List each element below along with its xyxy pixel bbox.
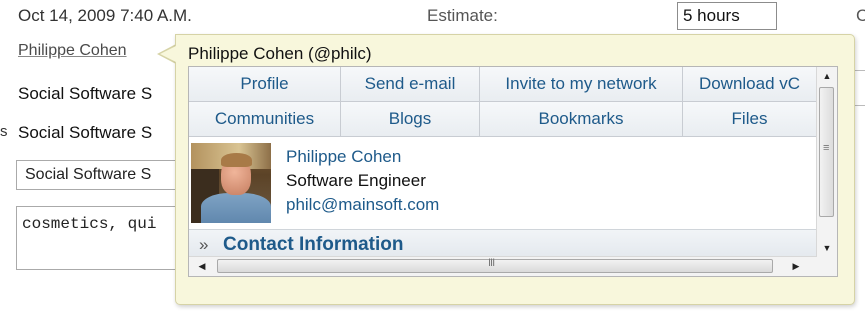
vertical-scroll-thumb[interactable]: ≡: [819, 87, 834, 217]
profile-name[interactable]: Philippe Cohen: [286, 147, 401, 167]
scroll-right-icon[interactable]: ▶: [787, 257, 805, 276]
category-select[interactable]: Social Software S: [16, 160, 186, 190]
tags-textarea[interactable]: cosmetics, qui: [16, 206, 186, 270]
row-marker: s: [0, 123, 8, 140]
avatar: [191, 143, 271, 223]
action-files[interactable]: Files: [683, 102, 817, 137]
vertical-scrollbar[interactable]: ▲ ≡ ▼: [816, 67, 837, 257]
profile-job-title: Software Engineer: [286, 171, 426, 190]
card-pointer-inner: [160, 46, 176, 62]
action-send-email[interactable]: Send e-mail: [341, 67, 480, 102]
profile-email-link[interactable]: philc@mainsoft.com: [286, 195, 439, 215]
scroll-up-icon[interactable]: ▲: [817, 67, 837, 85]
action-invite[interactable]: Invite to my network: [480, 67, 683, 102]
scroll-left-icon[interactable]: ◀: [193, 257, 211, 276]
scroll-down-icon[interactable]: ▼: [817, 239, 837, 257]
project-field-text: Social Software S: [18, 84, 153, 103]
card-actions: Profile Send e-mail Invite to my network…: [189, 67, 817, 137]
card-title: Philippe Cohen (@philc): [188, 44, 372, 63]
action-communities[interactable]: Communities: [189, 102, 341, 137]
edge-label-fragment: C: [856, 6, 865, 25]
action-download-vcard[interactable]: Download vC: [683, 67, 817, 102]
action-blogs[interactable]: Blogs: [341, 102, 480, 137]
chevron-right-icon: »: [199, 235, 209, 254]
component-field-text: Social Software S: [18, 123, 153, 142]
horizontal-scroll-thumb[interactable]: III: [217, 257, 773, 273]
action-bookmarks[interactable]: Bookmarks: [480, 102, 683, 137]
estimate-label: Estimate:: [427, 6, 498, 25]
scrollbar-corner: [817, 257, 837, 276]
grip-icon: ≡: [823, 142, 830, 154]
profile-block: Philippe Cohen Software Engineer philc@m…: [189, 139, 817, 227]
action-profile[interactable]: Profile: [189, 67, 341, 102]
grip-icon: III: [488, 257, 495, 269]
card-viewport: Profile Send e-mail Invite to my network…: [188, 66, 838, 277]
horizontal-scrollbar[interactable]: ◀ III ▶: [189, 256, 817, 276]
person-link[interactable]: Philippe Cohen: [18, 42, 127, 60]
estimate-input[interactable]: 5 hours: [677, 2, 777, 30]
created-date: Oct 14, 2009 7:40 A.M.: [18, 6, 192, 25]
contact-information-label: Contact Information: [223, 234, 404, 255]
